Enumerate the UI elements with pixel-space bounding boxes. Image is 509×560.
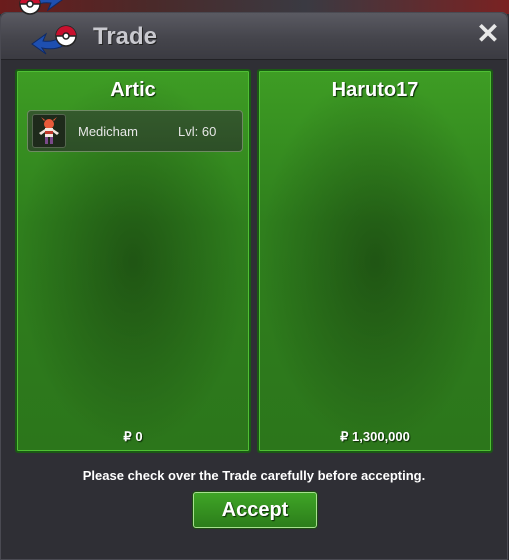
trade-panel-self: Artic Medicham Lvl: 60 ₽ 0 xyxy=(15,69,251,453)
offered-pokemon-row[interactable]: Medicham Lvl: 60 xyxy=(27,110,243,152)
offered-money-partner: ₽ 1,300,000 xyxy=(259,429,491,445)
pokemon-name: Medicham xyxy=(78,124,138,139)
medicham-sprite-icon xyxy=(32,114,66,148)
pokedollar-icon: ₽ xyxy=(340,429,349,444)
player-name-self: Artic xyxy=(110,79,156,101)
money-amount-self: 0 xyxy=(135,429,143,444)
trade-warning-text: Please check over the Trade carefully be… xyxy=(82,468,426,483)
pokedollar-icon: ₽ xyxy=(123,429,132,444)
player-name-partner: Haruto17 xyxy=(331,79,419,101)
trade-window: Trade ✕ Artic Medicham Lvl: 60 ₽ 0 Harut… xyxy=(0,12,508,560)
money-amount-partner: 1,300,000 xyxy=(352,429,410,444)
window-title: Trade xyxy=(93,23,158,50)
trade-logo-icon xyxy=(8,0,86,60)
close-icon[interactable]: ✕ xyxy=(475,20,501,48)
offered-money-self: ₽ 0 xyxy=(17,429,249,445)
accept-button[interactable]: Accept xyxy=(193,492,317,528)
trade-panel-partner: Haruto17 ₽ 1,300,000 xyxy=(257,69,493,453)
pokemon-level: Lvl: 60 xyxy=(178,124,217,139)
